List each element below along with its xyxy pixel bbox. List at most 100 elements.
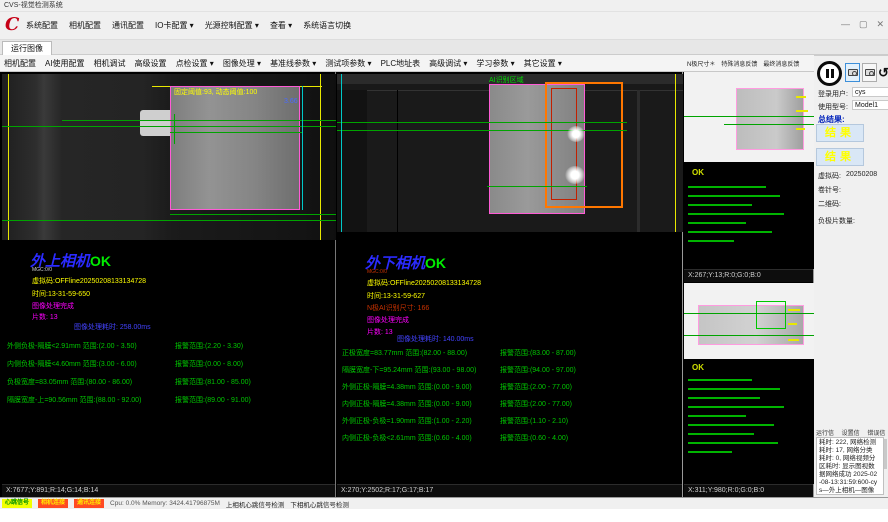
toolbar-item[interactable]: 基准线参数 ▾ [270,58,316,69]
login-value[interactable]: cys [852,87,888,97]
edge-line [302,86,303,210]
barcode-line: 虚拟码:OFFline20250208133134728 [367,278,481,288]
count-label: 负极片数量: [818,216,855,226]
right-tab[interactable]: 特殊消息反馈 [721,59,757,68]
pixel-readout: X:267;Y:13;R:0;G:0;B:0 [684,269,813,282]
camera-2-button[interactable] [862,63,877,82]
status-line: 图像处理完成 [32,301,74,311]
menu-item[interactable]: IO卡配置 ▾ [155,20,194,31]
measurement-row: 内侧正极-负极<2.61mm 范围:(0.60 - 4.00) 报警范围:(0.… [342,433,667,450]
qr-label: 二维码: [818,199,841,209]
minimize-icon[interactable]: — [841,19,850,30]
toolbar-item[interactable]: 图像处理 ▾ [223,58,261,69]
camera-image-upper[interactable]: 固定阈值:93, 动态阈值:100 3.66 [2,74,336,240]
menu-item[interactable]: 光源控制配置 ▾ [205,20,259,31]
highlight-spot [565,166,585,184]
ai-count-line: N极AI识别尺寸: 166 [367,303,429,313]
toolbar-item[interactable]: AI使用配置 [45,58,85,69]
tiny-label [796,96,806,98]
time-line: 时间:13-31-59-627 [367,291,425,301]
alarm-range: 报警范围:(81.00 - 85.00) [175,377,251,387]
alarm-range: 报警范围:(2.20 - 3.30) [175,341,243,351]
text-line [688,424,774,426]
tiny-label [788,309,800,311]
pixel-readout: X:7677;Y:891;R:14;G:14;B:14 [2,484,335,497]
comm-conn-badge: 通讯连接 [74,499,104,508]
inspected-part [736,88,804,150]
toolbar-item[interactable]: 点检设置 ▾ [176,58,214,69]
text-line [688,433,754,435]
maximize-icon[interactable]: ▢ [859,19,868,30]
log-textbox[interactable]: 耗时: 222, 网络检测耗时: 17, 网络分类耗时: 0, 网络视频分区耗时… [816,437,884,495]
right-tab[interactable]: N极尺寸＊ [687,59,715,68]
pause-button[interactable] [817,61,842,86]
text-line [688,222,746,224]
pause-icon [831,69,834,78]
sub-status: MGC:0/0 [32,267,52,273]
count-line: 片数: 13 [367,327,393,337]
seam [637,90,640,232]
close-icon[interactable]: ✕ [876,19,884,30]
pause-icon [826,69,829,78]
toolbar-item[interactable]: 高级调试 ▾ [429,58,467,69]
measurement-row: 正极宽度=83.77mm 范围:(82.00 - 88.00) 报警范围:(83… [342,348,667,365]
measurement-text: 外侧负极-隔膜<2.91mm 范围:(2.00 - 3.50) [7,341,137,351]
menu-item[interactable]: 系统配置 [26,20,58,31]
calib-line [675,74,676,232]
menu-item[interactable]: 查看 ▾ [270,20,292,31]
result-box-2: 结果 [816,148,864,166]
tab-run-image[interactable]: 运行图像 [2,41,52,55]
measurement-text: 隔膜宽度-下=95.24mm 范围:(93.00 - 98.00) [342,365,476,375]
toolbar-item[interactable]: PLC地址表 [381,58,421,69]
measure-overlay: 3.66 [284,98,298,105]
reset-button[interactable]: ↺ [879,63,888,82]
menu-item[interactable]: 相机配置 [69,20,101,31]
measurement-text: 内侧正极-隔膜=4.38mm 范围:(0.00 - 9.00) [342,399,472,409]
heartbeat-badge: 心跳信号 [2,499,32,508]
preview-text-2: OK [684,359,814,484]
preview-image-2[interactable] [684,283,814,359]
login-label: 登录用户: [818,89,848,99]
menu-item[interactable]: 通讯配置 [112,20,144,31]
toolbar-item[interactable]: 高级设置 [135,58,167,69]
connector-part [140,110,174,136]
tiny-label [788,323,797,325]
window-controls: — ▢ ✕ [841,19,884,30]
camera-image-lower[interactable]: AI识别区域 [337,74,683,232]
measurement-text: 外侧正极-隔膜=4.38mm 范围:(0.00 - 9.00) [342,382,472,392]
preview-text-1: OK [684,162,814,269]
toolbar: 相机配置 AI使用配置相机调试高级设置点检设置 ▾ 图像处理 ▾ 基准线参数 ▾ 测试项… [0,55,684,72]
measurement-text: 隔膜宽度-上=90.56mm 范围:(88.00 - 92.00) [7,395,141,405]
window-title: CVS-视觉检测系统 [4,2,63,9]
measurement-row: 外侧正极-负极=1.90mm 范围:(1.00 - 2.20) 报警范围:(1.… [342,416,667,433]
upper-cam-heartbeat-link[interactable]: 上相机心跳信号检测 [226,499,285,509]
app-window: CVS-视觉检测系统 C 系统配置相机配置通讯配置IO卡配置 ▾光源控制配置 ▾… [0,0,888,522]
toolbar-item[interactable]: 相机调试 [94,58,126,69]
right-tab[interactable]: 最终消息反馈 [763,59,799,68]
camera-1-button[interactable] [845,63,860,82]
log-scrollbar[interactable] [884,439,887,469]
result-ok: OK [692,363,704,372]
preview-image-1[interactable] [684,72,814,162]
measurement-text: 内侧负极-隔膜<4.60mm 范围:(3.00 - 6.00) [7,359,137,369]
camera-icon [865,69,875,76]
camera-panel-upper: 固定阈值:93, 动态阈值:100 3.66 外上相机OK MGC:0/0 虚拟… [2,72,336,497]
toolbar-item[interactable]: 相机配置 [4,58,36,69]
model-value[interactable]: Model1 [852,100,888,110]
camera-conn-badge: 相机连接 [38,499,68,508]
toolbar-item[interactable]: 测试项参数 ▾ [325,58,371,69]
text-line [688,231,772,233]
time-line: 时间:13-31-59-650 [32,289,90,299]
result-ok: OK [90,253,111,269]
right-panel-tabs: N极尺寸＊ 特殊消息反馈最终消息反馈 [684,55,814,72]
barcode-line: 虚拟码:OFFline20250208133134728 [32,276,146,286]
menu-item[interactable]: 系统语言切换 [303,20,351,31]
lower-cam-heartbeat-link[interactable]: 下相机心跳信号检测 [290,499,349,509]
text-line [688,442,778,444]
sub-status: MGC:0/0 [367,269,387,275]
toolbar-item[interactable]: 其它设置 ▾ [524,58,562,69]
baseline [170,214,336,215]
cpu-memory-readout: Cpu: 0.0% Memory: 3424.41796875M [110,500,220,507]
toolbar-item[interactable]: 学习参数 ▾ [476,58,514,69]
result-ok: OK [692,168,704,177]
